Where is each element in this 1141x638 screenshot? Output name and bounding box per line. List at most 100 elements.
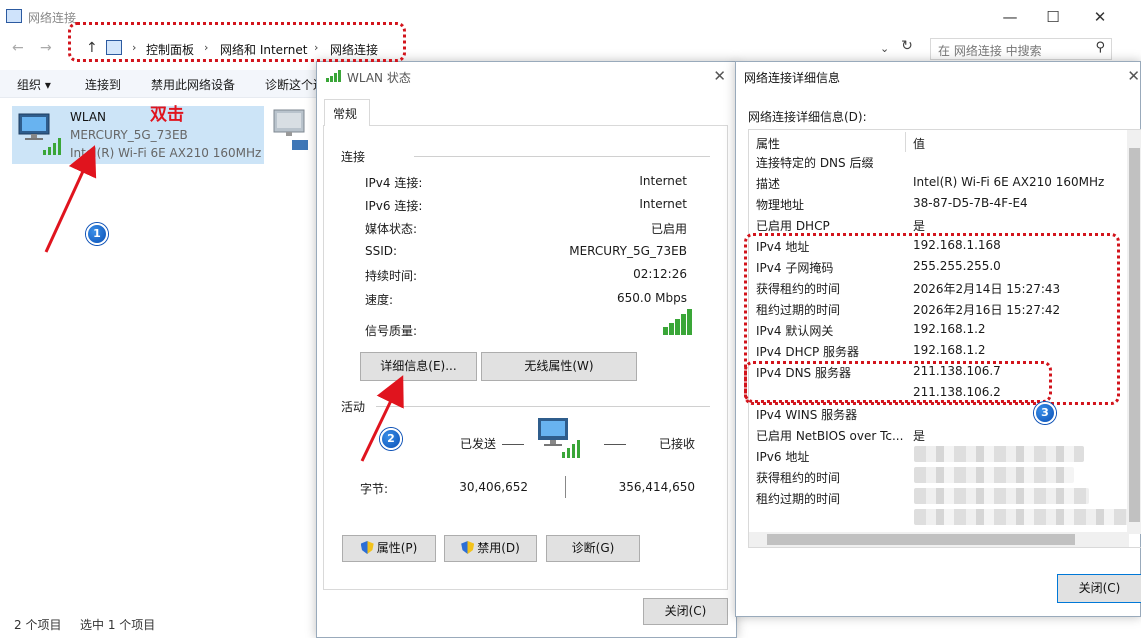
- connect-to-button[interactable]: 连接到: [85, 76, 121, 93]
- detail-value: 是: [913, 429, 926, 443]
- shield-icon: [461, 541, 475, 554]
- tab-label: 常规: [333, 107, 358, 121]
- network-connections-icon: [6, 9, 22, 23]
- scroll-thumb[interactable]: [767, 534, 1075, 545]
- status-bar: 2 个项目 选中 1 个项目: [0, 612, 320, 636]
- wlan-adapter-item[interactable]: WLAN MERCURY_5G_73EB Intel(R) Wi-Fi 6E A…: [12, 106, 264, 164]
- step-badge-1: 1: [86, 223, 108, 245]
- search-placeholder: 在 网络连接 中搜索: [938, 44, 1042, 58]
- speed-label: 速度:: [365, 293, 394, 307]
- bytes-divider: [565, 476, 566, 498]
- close-button[interactable]: ✕: [1085, 6, 1115, 28]
- detail-property: 获得租约的时间: [756, 471, 841, 485]
- disable-device-button[interactable]: 禁用此网络设备: [151, 76, 235, 93]
- step-badge-2: 2: [380, 428, 402, 450]
- detail-property: 租约过期的时间: [756, 492, 841, 506]
- duration-value: 02:12:26: [633, 267, 687, 281]
- close-icon[interactable]: ✕: [713, 67, 726, 85]
- detail-row[interactable]: 物理地址 38-87-D5-7B-4F-E4: [749, 194, 1129, 215]
- address-highlight: [68, 22, 406, 62]
- signal-strength-icon: [663, 309, 692, 335]
- maximize-button[interactable]: ☐: [1038, 6, 1068, 28]
- item-count: 2 个项目: [14, 618, 62, 632]
- back-arrow-icon[interactable]: ←: [12, 40, 24, 56]
- close-button[interactable]: 关闭(C): [1057, 574, 1141, 603]
- detail-row[interactable]: 描述 Intel(R) Wi-Fi 6E AX210 160MHz: [749, 173, 1129, 194]
- adapter-ssid: MERCURY_5G_73EB: [70, 128, 188, 142]
- ssid-label: SSID:: [365, 244, 398, 258]
- detail-value: 是: [913, 219, 926, 233]
- ipv6-label: IPv6 连接:: [365, 199, 423, 213]
- detail-value: 38-87-D5-7B-4F-E4: [913, 196, 1028, 210]
- minimize-button[interactable]: —: [995, 6, 1025, 28]
- blurred-value: [914, 488, 1089, 504]
- column-separator: [905, 132, 906, 152]
- detail-property: 描述: [756, 177, 781, 191]
- detail-property: 已启用 DHCP: [756, 219, 830, 233]
- signal-bars-icon: [326, 70, 341, 82]
- step-badge-3: 3: [1034, 402, 1056, 424]
- duration-label: 持续时间:: [365, 269, 418, 283]
- detail-value: Intel(R) Wi-Fi 6E AX210 160MHz: [913, 175, 1105, 189]
- group-divider: [414, 156, 710, 157]
- signal-bars-icon: [43, 138, 61, 155]
- detail-row[interactable]: 已启用 NetBIOS over Tc... 是: [749, 425, 1129, 446]
- chevron-down-icon[interactable]: ⌄: [880, 42, 889, 55]
- connection-group-title: 连接: [341, 150, 366, 164]
- forward-arrow-icon[interactable]: →: [40, 40, 52, 56]
- disable-button[interactable]: 禁用(D): [444, 535, 537, 562]
- adapter-description: Intel(R) Wi-Fi 6E AX210 160MHz: [70, 146, 262, 160]
- details-list-label: 网络连接详细信息(D):: [748, 110, 867, 124]
- list-header: 属性 值: [749, 130, 1129, 154]
- sent-line: [502, 444, 524, 445]
- search-input[interactable]: 在 网络连接 中搜索 ⚲: [930, 38, 1112, 60]
- activity-group-title: 活动: [341, 400, 366, 414]
- diagnose-button[interactable]: 诊断(G): [546, 535, 640, 562]
- bytes-received: 356,414,650: [618, 480, 695, 494]
- blurred-value: [914, 509, 1129, 525]
- scroll-thumb[interactable]: [1129, 148, 1140, 522]
- dialog-title: 网络连接详细信息: [744, 71, 841, 85]
- bytes-label: 字节:: [360, 482, 389, 496]
- close-icon[interactable]: ✕: [1127, 67, 1140, 85]
- tab-general[interactable]: 常规: [324, 99, 370, 126]
- received-line: [604, 444, 626, 445]
- ipv4-value: Internet: [639, 174, 687, 188]
- speed-value: 650.0 Mbps: [616, 291, 687, 305]
- detail-row[interactable]: 连接特定的 DNS 后缀: [749, 152, 1129, 173]
- detail-property: IPv6 地址: [756, 450, 810, 464]
- blurred-value: [914, 446, 1084, 462]
- signal-quality-label: 信号质量:: [365, 324, 418, 338]
- wlan-status-dialog: WLAN 状态 ✕ 常规 连接 IPv4 连接: Internet IPv6 连…: [316, 61, 737, 638]
- properties-button[interactable]: 属性(P): [342, 535, 436, 562]
- ipv6-value: Internet: [639, 197, 687, 211]
- detail-property: IPv4 WINS 服务器: [756, 408, 858, 422]
- dns-highlight: [744, 361, 1052, 403]
- blurred-value: [914, 467, 1074, 483]
- adapter-name: WLAN: [70, 110, 107, 124]
- organize-menu[interactable]: 组织 ▾: [17, 76, 51, 93]
- details-button[interactable]: 详细信息(E)...: [360, 352, 477, 381]
- detail-row[interactable]: IPv4 WINS 服务器: [749, 404, 1129, 425]
- vertical-scrollbar[interactable]: [1127, 130, 1141, 534]
- wireless-properties-button[interactable]: 无线属性(W): [481, 352, 637, 381]
- selected-count: 选中 1 个项目: [80, 618, 156, 632]
- detail-property: 已启用 NetBIOS over Tc...: [756, 429, 904, 443]
- ssid-value: MERCURY_5G_73EB: [569, 244, 687, 258]
- refresh-icon[interactable]: ↻: [898, 38, 916, 58]
- ethernet-adapter-icon[interactable]: [272, 108, 312, 154]
- bytes-sent: 30,406,652: [459, 480, 528, 494]
- network-activity-icon: [538, 418, 580, 458]
- received-label: 已接收: [659, 437, 696, 451]
- column-value[interactable]: 值: [913, 135, 925, 152]
- column-property[interactable]: 属性: [756, 135, 780, 152]
- media-state-label: 媒体状态:: [365, 222, 418, 236]
- media-state-value: 已启用: [650, 222, 687, 236]
- search-icon: ⚲: [1095, 40, 1105, 55]
- double-click-annotation: 双击: [150, 105, 184, 125]
- horizontal-scrollbar[interactable]: [749, 532, 1129, 547]
- sent-label: 已发送: [460, 437, 497, 451]
- window-title: 网络连接: [28, 11, 77, 25]
- close-button[interactable]: 关闭(C): [643, 598, 728, 625]
- general-panel: 连接 IPv4 连接: Internet IPv6 连接: Internet 媒…: [323, 125, 728, 590]
